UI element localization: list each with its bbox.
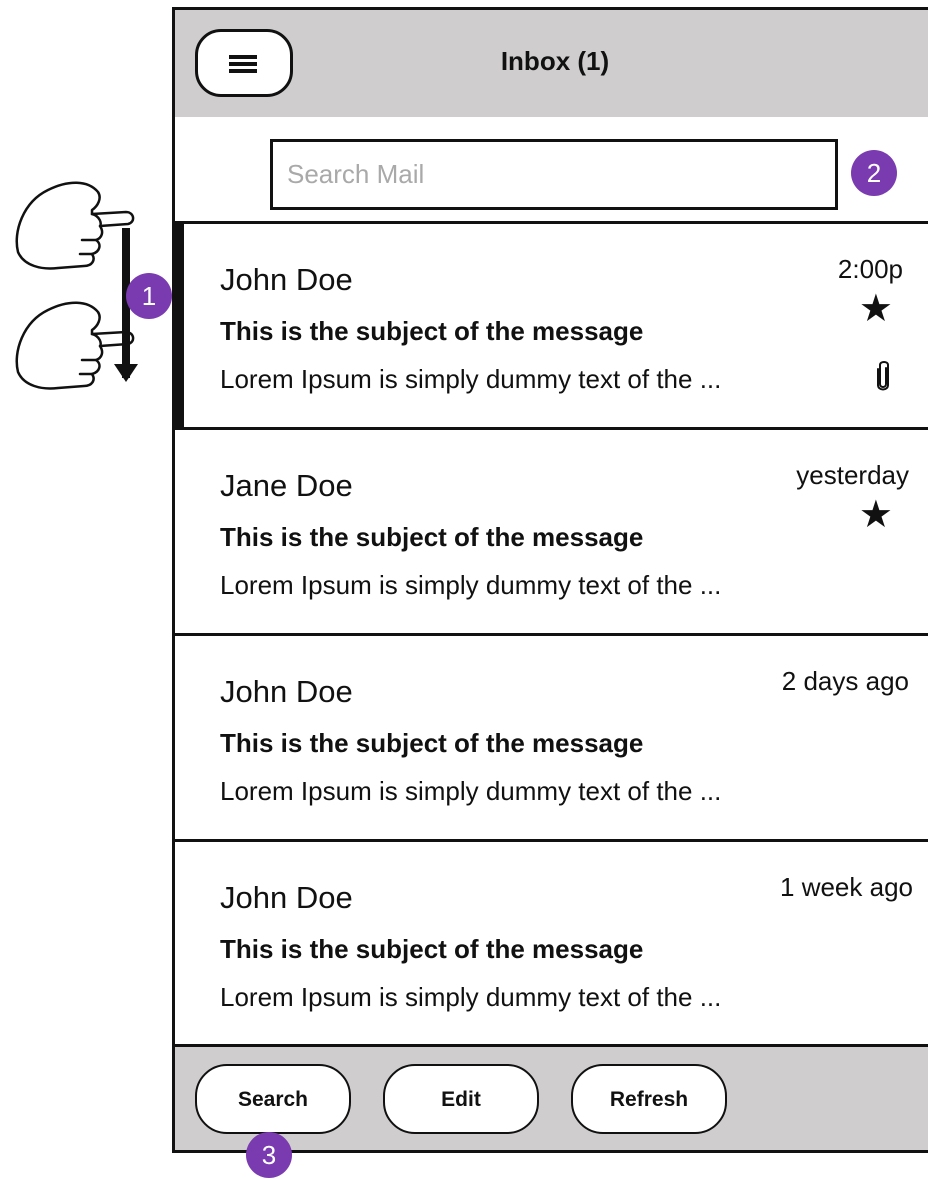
- annotation-badge-1: 1: [126, 273, 172, 319]
- message-preview: Lorem Ipsum is simply dummy text of the …: [220, 364, 722, 394]
- message-sender: John Doe: [220, 880, 353, 915]
- search-button[interactable]: Search: [195, 1064, 351, 1134]
- message-item[interactable]: John Doe 2:00p ★ This is the subject of …: [172, 224, 928, 430]
- message-time: 2:00p: [837, 254, 903, 284]
- message-time: 1 week ago: [780, 872, 913, 902]
- mail-app-frame: Inbox (1) 2 John Doe 2:00p ★ This is the…: [172, 7, 928, 1153]
- hamburger-menu-icon: [229, 55, 257, 73]
- message-subject: This is the subject of the message: [220, 316, 644, 346]
- message-sender: John Doe: [220, 262, 353, 297]
- header-bar: Inbox (1): [175, 10, 928, 120]
- message-item[interactable]: Jane Doe yesterday ★ This is the subject…: [175, 430, 928, 636]
- message-preview: Lorem Ipsum is simply dummy text of the …: [220, 982, 722, 1012]
- annotation-badge-2: 2: [851, 150, 897, 196]
- paperclip-icon: [877, 361, 889, 391]
- message-subject: This is the subject of the message: [220, 522, 644, 552]
- message-item[interactable]: John Doe 1 week ago This is the subject …: [175, 842, 928, 1044]
- message-sender: John Doe: [220, 674, 353, 709]
- message-sender: Jane Doe: [220, 468, 353, 503]
- bottom-toolbar: Search Edit Refresh: [175, 1044, 928, 1150]
- message-subject: This is the subject of the message: [220, 934, 644, 964]
- search-row: 2: [175, 117, 928, 224]
- star-icon[interactable]: ★: [859, 290, 893, 328]
- menu-button[interactable]: [195, 29, 293, 97]
- message-item[interactable]: John Doe 2 days ago This is the subject …: [175, 636, 928, 842]
- message-preview: Lorem Ipsum is simply dummy text of the …: [220, 776, 722, 806]
- message-subject: This is the subject of the message: [220, 728, 644, 758]
- star-icon[interactable]: ★: [859, 496, 893, 534]
- message-time: yesterday: [796, 460, 909, 490]
- annotation-badge-3: 3: [246, 1132, 292, 1178]
- edit-button[interactable]: Edit: [383, 1064, 539, 1134]
- message-time: 2 days ago: [781, 666, 909, 696]
- refresh-button[interactable]: Refresh: [571, 1064, 727, 1134]
- message-preview: Lorem Ipsum is simply dummy text of the …: [220, 570, 722, 600]
- page-title: Inbox (1): [500, 46, 610, 76]
- search-input[interactable]: [270, 139, 838, 210]
